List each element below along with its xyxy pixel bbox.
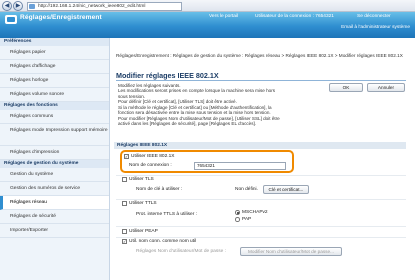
sidebar-item-service-numbers[interactable]: Gestion des numéros de service: [0, 182, 109, 196]
key-status: Non défini.: [235, 187, 258, 192]
main-content: Réglages/Enregistrement : Réglages de ge…: [114, 38, 415, 280]
pap-label: PAP: [242, 217, 252, 222]
login-label: Utilisateur de la connexion :: [255, 14, 314, 19]
sidebar-section-functions: Réglages des fonctions: [0, 102, 109, 110]
use-peap-label: Utiliser PEAP: [129, 229, 158, 234]
login-user: 7654321: [315, 14, 334, 19]
key-name-label: Nom de clé à utiliser :: [136, 187, 183, 192]
section-header: Réglages IEEE 802.1X: [114, 142, 406, 149]
sidebar-item-media-print[interactable]: Réglages mode Impression support mémoire: [0, 124, 109, 146]
divider: [116, 226, 406, 227]
pap-radio[interactable]: [235, 217, 240, 222]
divider: [116, 237, 406, 238]
sidebar-item-paper[interactable]: Réglages papier: [0, 46, 109, 60]
instructions: Modifiez les réglages suivants. Les modi…: [118, 83, 288, 127]
instruction-line: fonction sera désactivée entre la mise s…: [118, 110, 271, 116]
app-title: Réglages/Enregistrement: [20, 14, 102, 21]
page-title: Modifier réglages IEEE 802.1X: [116, 71, 219, 80]
browser-bar: ◀ ▶ http://192.168.1.24/nic_network_ieee…: [0, 0, 415, 12]
printer-icon: [5, 15, 17, 24]
mschapv2-label: MSCHAPv2: [242, 210, 268, 215]
use-ttls-label: Utiliser TTLS: [129, 201, 157, 206]
use-peap-checkbox[interactable]: [122, 229, 127, 234]
portal-link[interactable]: Vers le portail: [209, 14, 238, 19]
divider: [116, 175, 406, 176]
instruction-line: activé dans les [Réglages de sécurité], …: [118, 121, 257, 127]
sidebar-item-network[interactable]: Réglages réseau: [0, 196, 109, 210]
key-certificate-button[interactable]: Clé et certificat...: [263, 185, 309, 194]
sidebar-item-system-management[interactable]: Gestion du système: [0, 168, 109, 182]
use-ttls-checkbox[interactable]: [122, 201, 127, 206]
back-icon[interactable]: ◀: [2, 1, 12, 11]
cancel-button[interactable]: Annuler: [367, 83, 405, 92]
mschapv2-radio[interactable]: [235, 210, 240, 215]
login-name-input[interactable]: 7654321: [194, 162, 286, 170]
sidebar-item-print[interactable]: Réglages d'impression: [0, 146, 109, 160]
forward-icon[interactable]: ▶: [13, 1, 23, 11]
ttls-protocol-label: Prot. interne TTLS à utiliser :: [136, 212, 197, 217]
sidebar-item-common[interactable]: Réglages communs: [0, 110, 109, 124]
title-divider: [116, 80, 406, 81]
sidebar-item-security[interactable]: Réglages de sécurité: [0, 210, 109, 224]
same-name-label: Util. nom conn. comme nom util: [129, 239, 197, 244]
page-icon: [29, 3, 35, 9]
sidebar-item-clock[interactable]: Réglages horloge: [0, 74, 109, 88]
sidebar-section-preferences: Préférences: [0, 38, 109, 46]
breadcrumb: Réglages/Enregistrement : Réglages de ge…: [116, 53, 403, 58]
app-header: Réglages/Enregistrement Vers le portail …: [0, 12, 415, 38]
sidebar: Préférences Réglages papier Réglages d'a…: [0, 38, 110, 280]
use-ieee-label: Utiliser IEEE 802.1X: [131, 154, 175, 159]
address-bar[interactable]: http://192.168.1.24/nic_network_ieee802_…: [27, 1, 182, 11]
email-admin-link[interactable]: Email à l'administrateur système: [341, 25, 410, 30]
login-user-label: Utilisateur de la connexion : 7654321: [255, 14, 334, 19]
use-tls-checkbox[interactable]: [122, 177, 127, 182]
sidebar-item-volume[interactable]: Réglages volume sonore: [0, 88, 109, 102]
logout-link[interactable]: Se déconnecter: [357, 14, 391, 19]
divider: [116, 199, 406, 200]
ok-button[interactable]: OK: [329, 83, 363, 92]
sidebar-item-display[interactable]: Réglages d'affichage: [0, 60, 109, 74]
userpass-label: Réglages Nom d'utilisateur/Mot de passe …: [136, 249, 226, 254]
use-tls-label: Utiliser TLS: [129, 177, 154, 182]
userpass-button[interactable]: Modifier Nom d'utilisateur/Mot de passe.…: [240, 247, 342, 256]
use-ieee-checkbox[interactable]: ✓: [124, 154, 129, 159]
login-name-label: Nom de connexion :: [129, 163, 172, 168]
same-name-checkbox[interactable]: ✓: [122, 239, 127, 244]
sidebar-item-import-export[interactable]: Importer/Exporter: [0, 224, 109, 238]
sidebar-section-system: Réglages de gestion du système: [0, 160, 109, 168]
